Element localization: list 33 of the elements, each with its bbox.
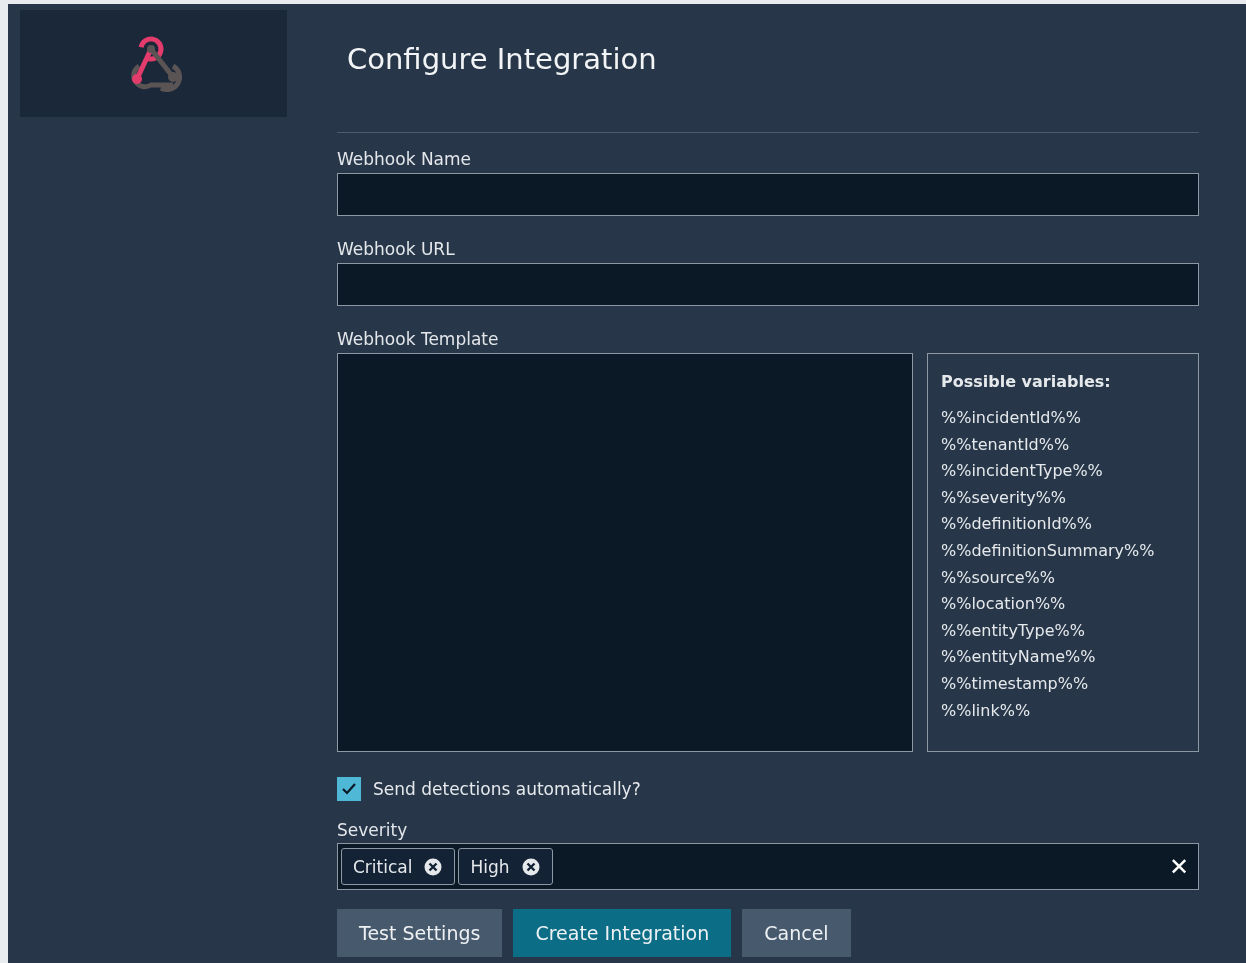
variable-name: %%timestamp%% bbox=[941, 672, 1090, 695]
page-title: Configure Integration bbox=[347, 41, 658, 78]
variable-name: %%incidentId%% bbox=[941, 407, 1082, 429]
variable-name: %%entityName%% bbox=[941, 646, 1097, 669]
input-field[interactable] bbox=[337, 263, 1199, 306]
variable-name: %%definitionSummary%% bbox=[941, 539, 1156, 562]
field-label: Webhook URL bbox=[337, 238, 456, 261]
field-label: Webhook Template bbox=[337, 328, 500, 351]
severity-select[interactable]: Critical High ✕ bbox=[337, 843, 1199, 890]
variable-name: %%location%% bbox=[941, 593, 1067, 616]
variable-name: %%source%% bbox=[941, 566, 1056, 589]
checkbox-label: Send detections automatically? bbox=[373, 779, 641, 799]
variable-name: %%tenantId%% bbox=[941, 433, 1071, 456]
variable-name: %%link%% bbox=[941, 699, 1032, 722]
action-button[interactable]: Test Settings bbox=[337, 909, 503, 957]
create-button[interactable]: Create Integration bbox=[513, 909, 732, 957]
remove-icon[interactable] bbox=[424, 857, 443, 876]
clear-button[interactable]: ✕ bbox=[1169, 854, 1189, 879]
field-label: Severity bbox=[337, 819, 409, 842]
variable-name: %%definitionId%% bbox=[941, 513, 1093, 536]
remove-icon[interactable] bbox=[521, 857, 540, 876]
checkbox[interactable] bbox=[337, 777, 361, 801]
input-field[interactable] bbox=[337, 173, 1199, 216]
tag-label: Critical bbox=[353, 856, 413, 877]
tag-label: High bbox=[470, 856, 510, 877]
check-icon bbox=[341, 782, 357, 796]
variable-name: %%severity%% bbox=[941, 486, 1068, 509]
variable-name: %%incidentType%% bbox=[941, 460, 1104, 483]
panel-heading: Possible variables: bbox=[941, 372, 1112, 391]
variable-name: %%entityType%% bbox=[941, 619, 1086, 642]
action-button[interactable]: Cancel bbox=[742, 909, 851, 957]
field-label: Webhook Name bbox=[337, 148, 473, 171]
template-field[interactable] bbox=[337, 353, 913, 752]
